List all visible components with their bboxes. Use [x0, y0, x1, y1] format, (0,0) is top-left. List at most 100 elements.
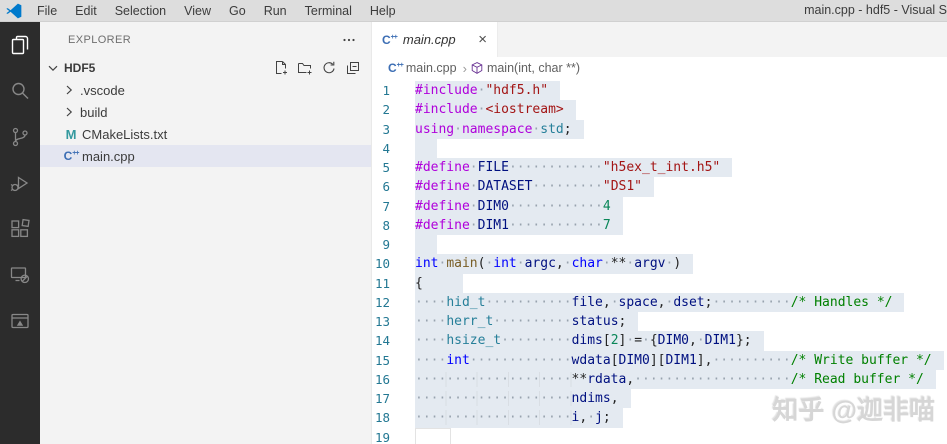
- line-number: 14: [374, 333, 390, 349]
- code-line[interactable]: 4: [372, 138, 947, 158]
- close-icon[interactable]: ×: [478, 32, 487, 47]
- menu-help[interactable]: Help: [361, 0, 405, 22]
- remote-explorer-icon[interactable]: [0, 252, 40, 298]
- code-line-text: using·namespace·std;: [415, 119, 584, 139]
- line-number: 16: [374, 371, 390, 387]
- line-number: 9: [382, 237, 390, 252]
- code-line[interactable]: 16 ····················**rdata,··········…: [372, 369, 947, 389]
- tree-item-label: .vscode: [80, 82, 125, 98]
- editor-group: C++ main.cpp × C++ main.cpp › main(int, …: [372, 22, 947, 444]
- sidebar-explorer: EXPLORER HDF5 .vscode build M CMakeLists.tx…: [40, 22, 372, 444]
- sidebar-header: EXPLORER: [40, 22, 371, 57]
- menu-view[interactable]: View: [175, 0, 220, 22]
- vscode-logo-icon: [0, 2, 28, 20]
- window-title: main.cpp - hdf5 - Visual S: [804, 3, 947, 17]
- activity-bar: [0, 22, 40, 444]
- chevron-right-icon: [60, 104, 78, 120]
- code-line-text: #include·<iostream>: [415, 100, 576, 120]
- source-control-icon[interactable]: [0, 114, 40, 160]
- code-line[interactable]: 6 #define·DATASET·········"DS1": [372, 177, 947, 197]
- line-number: 13: [374, 314, 390, 329]
- chevron-right-icon: [60, 82, 78, 98]
- tab-label: main.cpp: [402, 32, 456, 47]
- code-line[interactable]: 13 ····herr_t··········status;: [372, 312, 947, 332]
- chevron-down-icon: [44, 60, 62, 76]
- new-folder-icon[interactable]: [297, 60, 313, 76]
- breadcrumb-symbol[interactable]: main(int, char **): [487, 61, 580, 75]
- code-line-text: ····hsize_t·········dims[2]·=·{DIM0,·DIM…: [415, 331, 764, 351]
- code-line[interactable]: 18 ····················i,·j;: [372, 408, 947, 428]
- title-bar: File Edit Selection View Go Run Terminal Help m…: [0, 0, 947, 22]
- explorer-icon[interactable]: [0, 22, 40, 68]
- code-line[interactable]: 10 int·main(·int·argc,·char·**·argv·): [372, 254, 947, 274]
- code-line[interactable]: 11 {: [372, 273, 947, 293]
- refresh-icon[interactable]: [321, 60, 337, 76]
- menu-file[interactable]: File: [28, 0, 66, 22]
- explorer-actions: [273, 60, 361, 76]
- code-line[interactable]: 12 ····hid_t···········file,·space,·dset;…: [372, 292, 947, 312]
- cpp-icon: C++: [63, 149, 80, 163]
- code-line[interactable]: 19: [372, 427, 947, 444]
- code-line[interactable]: 7 #define·DIM0············4: [372, 196, 947, 216]
- tree-item-main-cpp[interactable]: C++ main.cpp: [40, 145, 371, 167]
- code-line[interactable]: 8 #define·DIM1············7: [372, 215, 947, 235]
- tree-item-cmakelists-txt[interactable]: M CMakeLists.txt: [40, 123, 371, 145]
- code-line[interactable]: 15 ····int·············wdata[DIM0][DIM1],…: [372, 350, 947, 370]
- cpp-file-icon: C++: [388, 61, 404, 75]
- code-line[interactable]: 14 ····hsize_t·········dims[2]·=·{DIM0,·D…: [372, 331, 947, 351]
- code-line[interactable]: 9: [372, 235, 947, 255]
- explorer-title: EXPLORER: [68, 33, 132, 46]
- tree-item-label: main.cpp: [82, 148, 135, 164]
- line-number: 4: [382, 140, 390, 156]
- code-line[interactable]: 17 ····················ndims,: [372, 389, 947, 409]
- code-editor[interactable]: 1 #include·"hdf5.h" 2 #include·<iostream> 3 u…: [372, 79, 947, 444]
- menu-selection[interactable]: Selection: [106, 0, 175, 22]
- collapse-all-icon[interactable]: [345, 60, 361, 76]
- breadcrumb-file[interactable]: main.cpp: [406, 61, 457, 75]
- more-actions-icon[interactable]: [341, 32, 357, 48]
- code-line-text: ····int·············wdata[DIM0][DIM1],··…: [415, 350, 944, 370]
- code-line-text: int·main(·int·argc,·char·**·argv·): [415, 254, 694, 274]
- line-number: 12: [374, 294, 390, 310]
- code-line-text: ····················**rdata,············…: [415, 369, 936, 389]
- search-icon[interactable]: [0, 68, 40, 114]
- line-number: 3: [382, 121, 390, 137]
- code-line[interactable]: 3 using·namespace·std;: [372, 119, 947, 139]
- code-line-text: #include·"hdf5.h": [415, 81, 561, 101]
- code-line-text: ····················i,·j;: [415, 408, 623, 428]
- tab-main-cpp[interactable]: C++ main.cpp ×: [372, 22, 498, 57]
- line-number: 17: [374, 391, 390, 406]
- menu-terminal[interactable]: Terminal: [296, 0, 361, 22]
- new-file-icon[interactable]: [273, 60, 289, 76]
- code-line-text: ····hid_t···········file,·space,·dset;··…: [415, 292, 905, 312]
- code-line[interactable]: 2 #include·<iostream>: [372, 100, 947, 120]
- code-line-text: [415, 427, 451, 444]
- code-line-text: ····················ndims,: [415, 389, 631, 409]
- cursor-line-box: [415, 427, 451, 444]
- code-line-text: {: [415, 273, 463, 293]
- section-name: HDF5: [64, 61, 96, 75]
- folder-section-hdf5[interactable]: HDF5: [40, 57, 371, 79]
- symbol-method-icon: [470, 61, 484, 75]
- code-line-text: [415, 235, 437, 255]
- tree-item-label: build: [80, 104, 108, 120]
- menu-run[interactable]: Run: [255, 0, 296, 22]
- menu-go[interactable]: Go: [220, 0, 255, 22]
- menu-edit[interactable]: Edit: [66, 0, 106, 22]
- extensions-icon[interactable]: [0, 206, 40, 252]
- chevron-separator-icon: ›: [462, 60, 467, 76]
- line-number: 15: [374, 352, 390, 368]
- code-line-text: [415, 138, 437, 158]
- code-line[interactable]: 1 #include·"hdf5.h": [372, 81, 947, 101]
- cpp-file-icon: C++: [382, 32, 398, 47]
- run-debug-icon[interactable]: [0, 160, 40, 206]
- line-number: 19: [374, 429, 390, 444]
- line-number: 1: [382, 83, 390, 98]
- tab-bar: C++ main.cpp ×: [372, 22, 947, 57]
- code-line-text: #define·FILE············"h5ex_t_int.h5": [415, 158, 733, 178]
- tree-item-build[interactable]: build: [40, 101, 371, 123]
- code-line[interactable]: 5 #define·FILE············"h5ex_t_int.h5": [372, 158, 947, 178]
- tree-item--vscode[interactable]: .vscode: [40, 79, 371, 101]
- cmake-panel-icon[interactable]: [0, 298, 40, 344]
- line-number: 11: [374, 275, 390, 291]
